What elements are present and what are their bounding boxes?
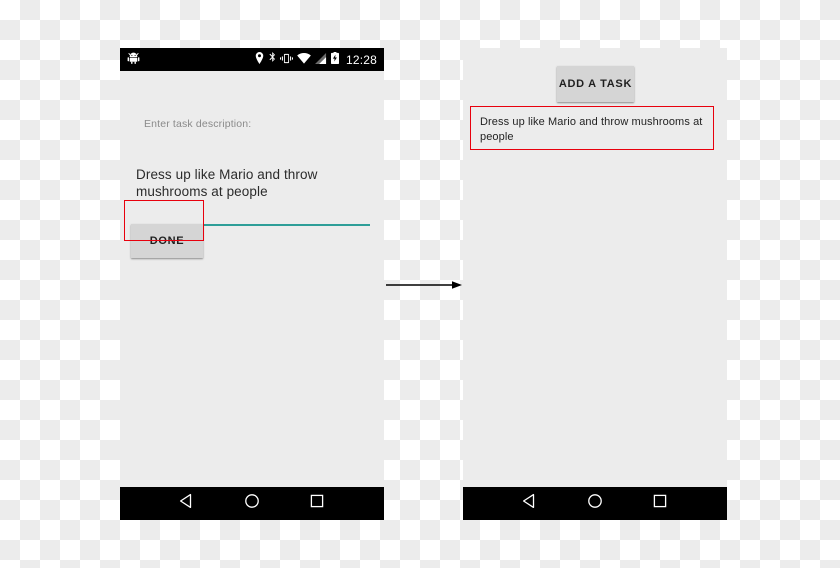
recents-square-icon [652, 493, 668, 514]
back-triangle-icon [179, 493, 195, 514]
task-description-input-wrapper[interactable]: Dress up like Mario and throw mushrooms … [135, 166, 370, 226]
recents-button[interactable] [643, 487, 677, 520]
add-a-task-button[interactable]: ADD A TASK [557, 66, 634, 102]
android-robot-icon [127, 51, 140, 69]
task-description-label: Enter task description: [144, 118, 252, 130]
list-item[interactable]: Dress up like Mario and throw mushrooms … [471, 107, 711, 153]
recents-square-icon [309, 493, 325, 514]
home-circle-icon [244, 493, 260, 514]
home-circle-icon [587, 493, 603, 514]
wifi-icon [297, 51, 311, 69]
status-bar-clock: 12:28 [345, 52, 377, 67]
task-entry-content: Enter task description: Dress up like Ma… [120, 71, 384, 487]
task-description-input[interactable]: Dress up like Mario and throw mushrooms … [135, 166, 370, 200]
screenshot-stage: 12:28 Enter task description: Dress up l… [0, 0, 840, 568]
bluetooth-icon [268, 51, 276, 69]
home-button[interactable] [578, 487, 612, 520]
status-bar-system-icons: 12:28 [255, 51, 377, 69]
done-button[interactable]: DONE [131, 224, 203, 258]
phone-right-task-list: ADD A TASK Dress up like Mario and throw… [463, 48, 727, 520]
back-button[interactable] [170, 487, 204, 520]
status-bar-left: 12:28 [120, 48, 384, 71]
home-button[interactable] [235, 487, 269, 520]
navigation-bar-right [463, 487, 727, 520]
back-triangle-icon [522, 493, 538, 514]
task-list-content: ADD A TASK Dress up like Mario and throw… [463, 48, 727, 487]
cellular-signal-icon [315, 51, 327, 69]
recents-button[interactable] [300, 487, 334, 520]
status-bar-notifications [127, 51, 140, 69]
vibrate-icon [279, 51, 293, 69]
battery-icon [330, 51, 339, 69]
phone-left-task-entry: 12:28 Enter task description: Dress up l… [120, 48, 384, 520]
back-button[interactable] [513, 487, 547, 520]
location-pin-icon [255, 51, 264, 69]
navigation-bar-left [120, 487, 384, 520]
arrow-right-icon [386, 276, 462, 294]
